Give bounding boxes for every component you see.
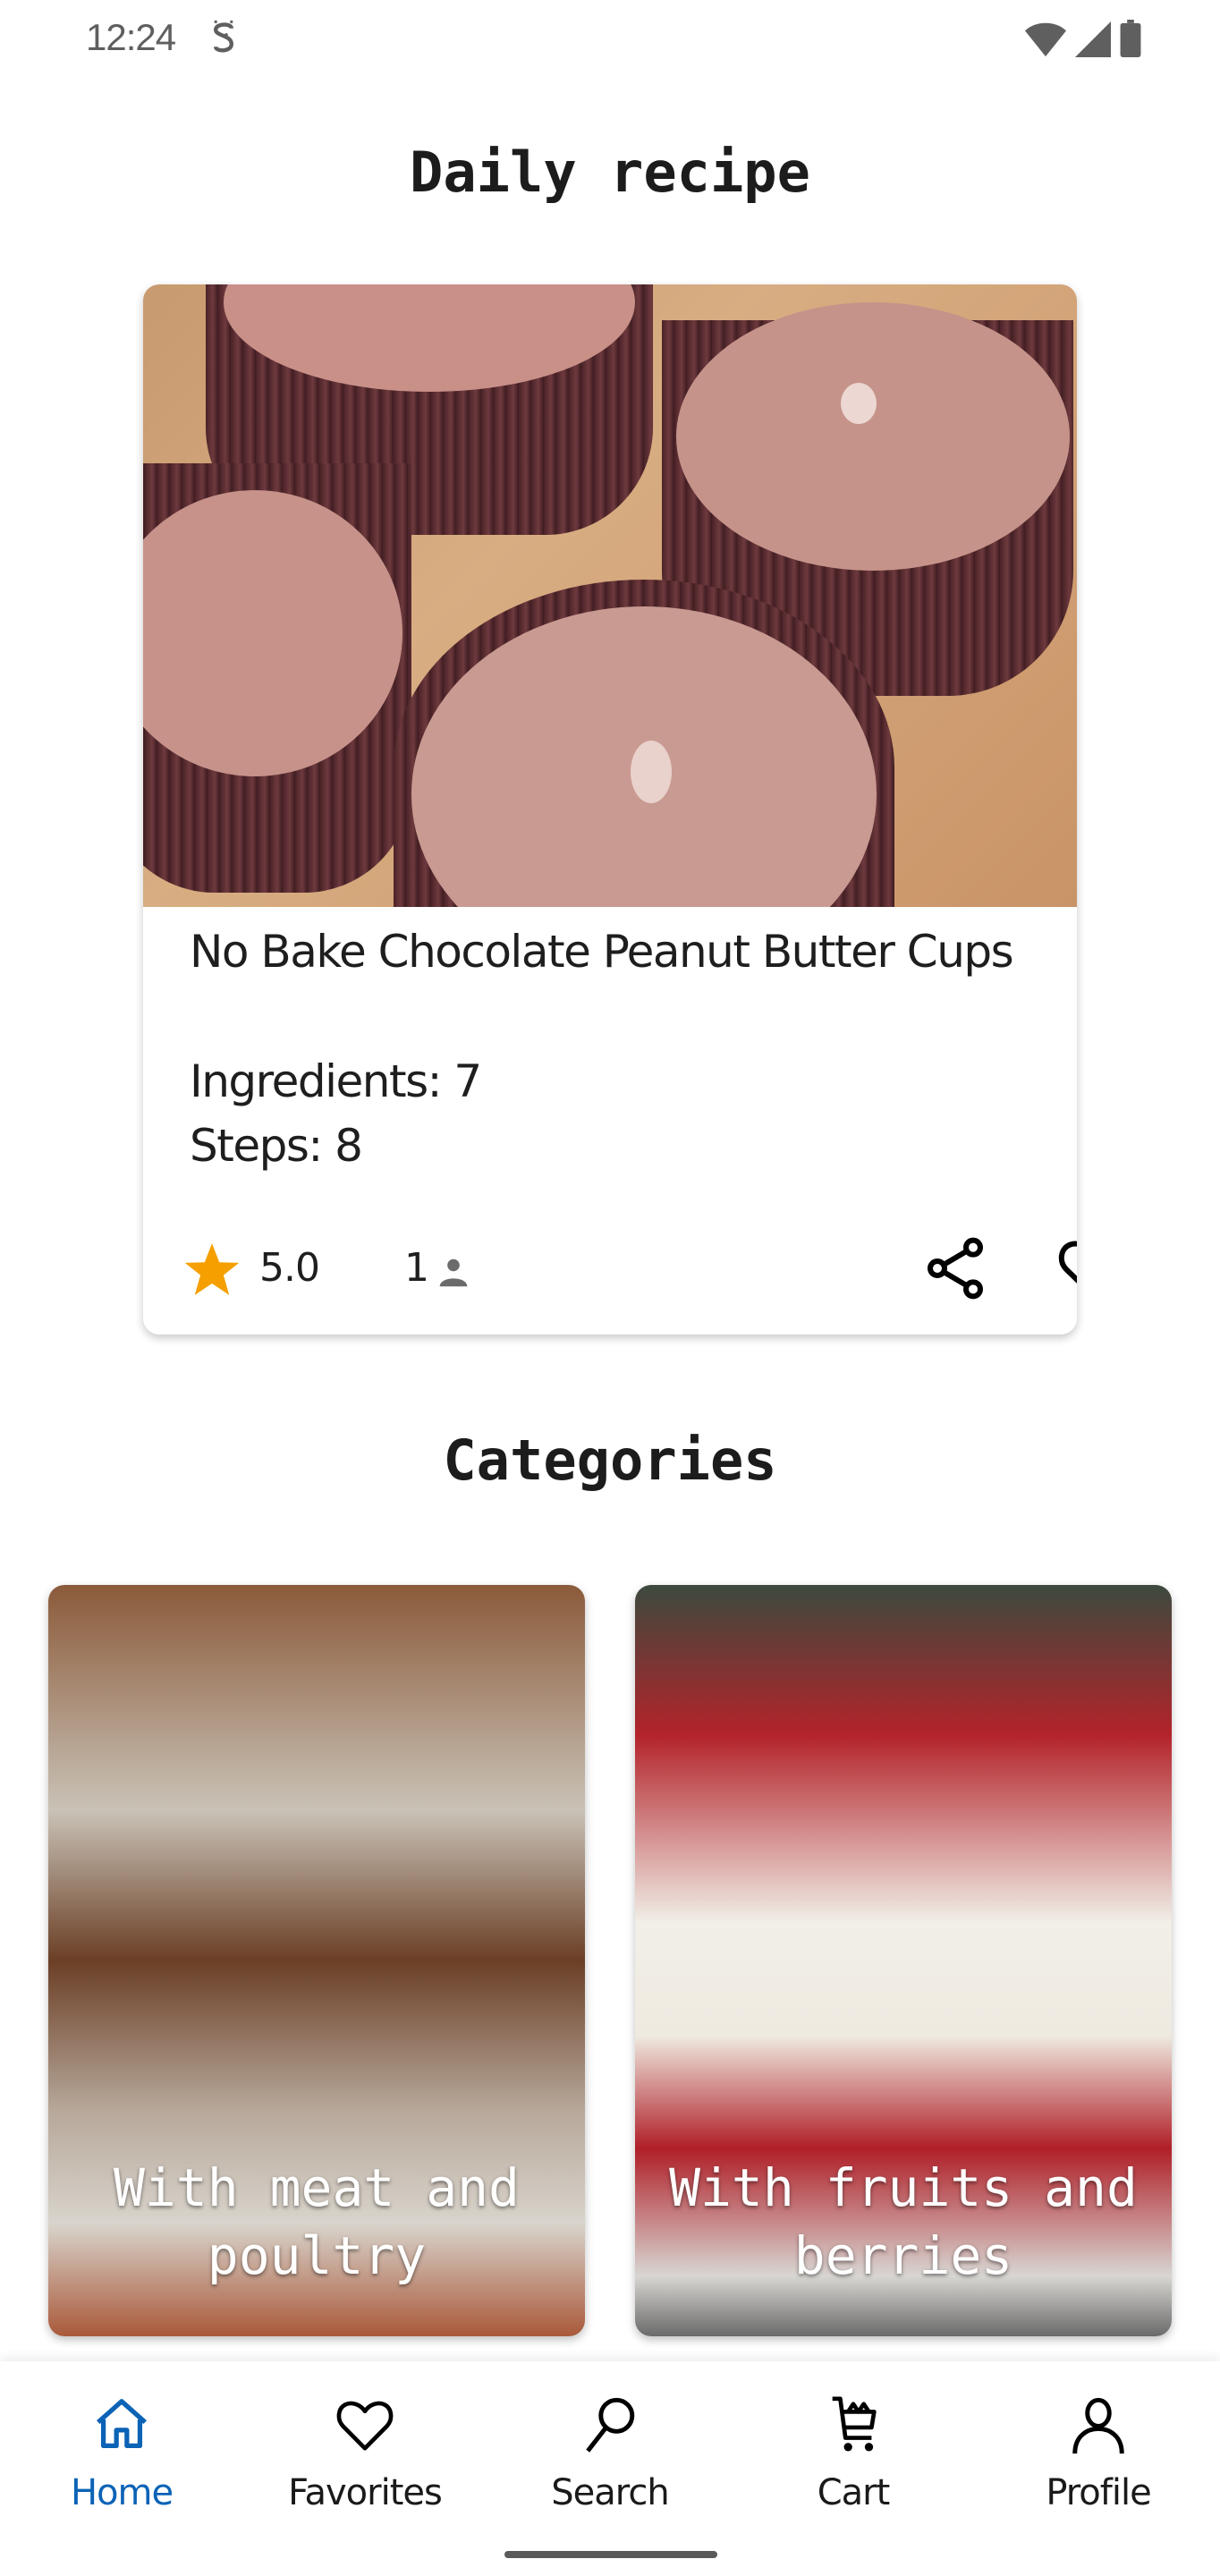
categories-heading: Categories (443, 1428, 777, 1493)
person-icon (439, 1258, 468, 1287)
star-icon (184, 1243, 240, 1295)
cellular-signal-icon (1075, 21, 1111, 57)
category-label: With fruits and berries (669, 2157, 1138, 2286)
status-bar: 12:24 (0, 0, 1220, 75)
nav-label-favorites: Favorites (288, 2472, 443, 2513)
share-button[interactable] (919, 1233, 991, 1304)
recipe-title[interactable]: No Bake Chocolate Peanut Butter Cups (190, 919, 1048, 984)
heart-icon (336, 2401, 394, 2451)
steps-count: Steps: 8 (190, 1120, 363, 1172)
home-gesture-bar[interactable] (504, 2551, 717, 2558)
sim-s-icon (213, 20, 234, 53)
category-card-fruits-berries[interactable]: With fruits and berries (635, 1585, 1172, 2336)
ingredients-count: Ingredients: 7 (190, 1055, 482, 1107)
rating-value: 5.0 (259, 1245, 320, 1291)
daily-recipe-heading: Daily recipe (410, 140, 810, 205)
cart-icon (832, 2396, 877, 2452)
category-label: With meat and poultry (114, 2157, 520, 2286)
favorite-button[interactable] (1055, 1233, 1077, 1304)
wifi-icon (1025, 22, 1066, 57)
nav-label-cart: Cart (817, 2472, 891, 2513)
recipe-footer: 5.0 1 (182, 1233, 1077, 1313)
review-count: 1 (404, 1245, 429, 1291)
category-card-meat-poultry[interactable]: With meat and poultry (48, 1585, 585, 2336)
nav-label-home: Home (70, 2472, 174, 2513)
status-icons (1025, 20, 1141, 57)
bottom-navigation: Home Favorites Search Cart Profile (0, 2361, 1220, 2576)
nav-item-home[interactable]: Home (0, 2394, 243, 2528)
nav-item-favorites[interactable]: Favorites (243, 2394, 487, 2528)
nav-label-profile: Profile (1046, 2472, 1151, 2513)
nav-item-search[interactable]: Search (488, 2394, 732, 2528)
recipe-image (143, 284, 1077, 907)
status-time: 12:24 (86, 16, 176, 58)
home-icon (97, 2399, 147, 2448)
nav-item-cart[interactable]: Cart (732, 2394, 975, 2528)
profile-icon (1072, 2397, 1124, 2454)
nav-item-profile[interactable]: Profile (977, 2394, 1220, 2528)
daily-recipe-card[interactable]: No Bake Chocolate Peanut Butter Cups Ing… (143, 284, 1077, 1335)
nav-label-search: Search (551, 2472, 669, 2513)
search-icon (586, 2397, 635, 2453)
battery-icon (1120, 20, 1141, 57)
